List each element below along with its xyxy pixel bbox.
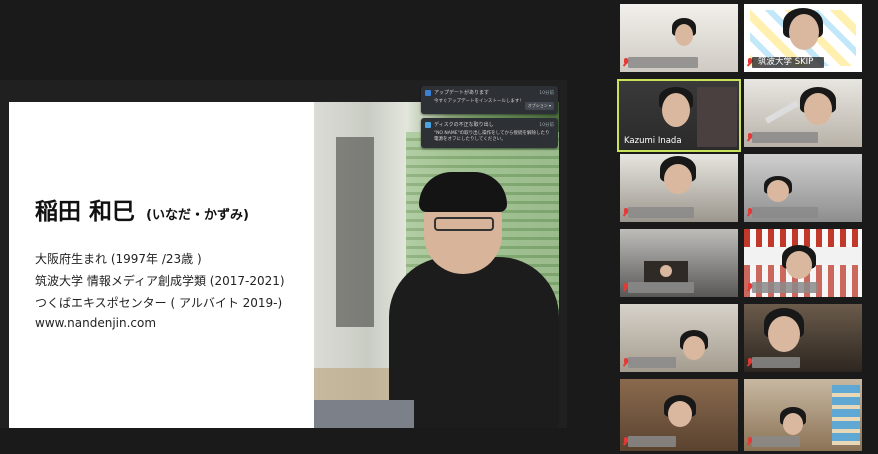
participant-name-bar [752,282,818,293]
speaker-photo [314,102,559,428]
notification-update[interactable]: アップデートがあります 10分前 今すぐアップデートをインストールします! オプ… [421,86,558,114]
app-store-icon [425,89,431,96]
participant-name: Kazumi Inada [624,136,682,146]
person-hoodie [389,257,559,428]
participant-face [783,413,803,435]
participant-face [668,401,692,427]
background-shelf [697,87,737,147]
slide-name-kana: (いなだ・かずみ) [146,208,249,223]
participant-name-bar [752,357,800,368]
participant-face [675,24,693,46]
participant-name-bar [628,436,676,447]
notification-disk-eject[interactable]: ディスクの不正な取り出し 10分前 "NO NAME"の取り出し操作をしてから接… [421,118,558,148]
notification-time: 10分前 [539,90,554,96]
participant-face [662,93,690,127]
notification-time: 10分前 [539,122,554,128]
participant-name-bar [752,132,818,143]
participant-tile[interactable] [744,79,862,147]
notification-title: ディスクの不正な取り出し [434,122,494,128]
participant-tile[interactable] [620,229,738,297]
participant-name-bar [752,436,800,447]
slide-line-website: www.nandenjin.com [35,316,157,330]
participant-name-bar [628,207,694,218]
slide-line-university: 筑波大学 情報メディア創成学類 (2017-2021) [35,274,285,288]
participant-name-bar [628,357,676,368]
disk-icon [425,121,431,128]
slide: 稲田 和巳 (いなだ・かずみ) 大阪府生まれ (1997年 /23歳 ) 筑波大… [9,102,559,428]
participant-tile[interactable] [744,154,862,222]
participant-tile[interactable] [744,304,862,372]
participant-face [804,93,832,125]
photo-person [369,162,559,428]
participant-face [664,164,692,194]
person-hair [419,172,507,212]
participant-tile[interactable]: 筑波大学 SKIP [744,4,862,72]
participant-tile[interactable] [620,379,738,451]
participant-face [767,180,789,202]
person-glasses [434,217,494,231]
participant-tile-active-speaker[interactable]: Kazumi Inada [617,79,741,152]
slide-name-row: 稲田 和巳 (いなだ・かずみ) [35,192,249,226]
notification-title: アップデートがあります [434,90,490,96]
participant-tile[interactable] [620,304,738,372]
participant-tile[interactable] [620,4,738,72]
curtain-pattern [744,229,862,247]
slide-line-birthplace: 大阪府生まれ (1997年 /23歳 ) [35,252,202,266]
shared-screen: 稲田 和巳 (いなだ・かずみ) 大阪府生まれ (1997年 /23歳 ) 筑波大… [0,80,567,428]
participant-name-bar [628,57,698,68]
participant-face [786,251,812,279]
slide-name: 稲田 和巳 [35,199,136,225]
background-bookshelf [832,385,860,445]
participant-tile[interactable] [744,229,862,297]
participant-tile[interactable] [744,379,862,451]
participant-face [768,316,800,352]
photo-laptop [314,400,414,428]
participant-face [660,265,672,277]
participant-tile[interactable] [620,154,738,222]
notification-options-button[interactable]: オプション ▾ [524,102,554,110]
notification-body: "NO NAME"の取り出し操作をしてから接続を解除したり電源をオフにしたりして… [434,131,550,142]
pen [764,100,800,124]
participant-face [683,336,705,360]
participant-face [789,14,819,50]
participant-name-bar [752,207,818,218]
slide-line-job: つくばエキスポセンター ( アルバイト 2019-) [35,296,283,310]
participant-name: 筑波大学 SKIP [758,57,814,67]
participant-name-bar [628,282,694,293]
